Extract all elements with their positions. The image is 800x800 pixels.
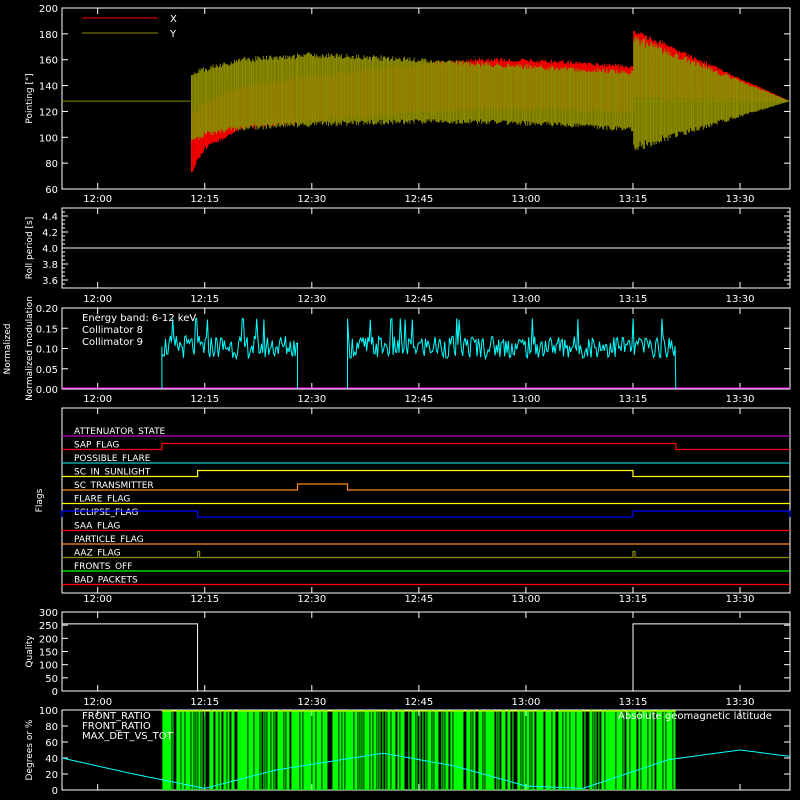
roll-ytick-label: 4.2 xyxy=(42,228,58,239)
geomag-ytick-label: 100 xyxy=(39,706,58,717)
quality-ylabel: Quality xyxy=(25,635,35,668)
geomag-ytick-label: 60 xyxy=(45,738,58,749)
flag-aaz-flag-trace xyxy=(62,550,790,559)
quality-ytick-label: 200 xyxy=(39,634,58,645)
flag-eclipse-flag-label: ECLIPSE_FLAG xyxy=(74,508,138,518)
pointing-xtick-label: 12:00 xyxy=(83,194,112,205)
modulation-xtick-label: 12:30 xyxy=(297,394,326,405)
roll-xtick-label: 12:45 xyxy=(404,294,433,305)
flags-xtick-label: 13:00 xyxy=(512,594,541,605)
flag-sap-flag-trace xyxy=(62,442,790,451)
legend-collimator-9: Collimator 9 xyxy=(82,337,143,348)
flag-eclipse-flag-trace xyxy=(61,510,791,518)
pointing-ytick-label: 140 xyxy=(39,82,58,93)
flags-xtick-label: 12:15 xyxy=(190,594,219,605)
pointing-xtick-label: 13:30 xyxy=(726,194,755,205)
modulation-ytick-label: 0.15 xyxy=(36,324,58,335)
quality-ytick-label: 100 xyxy=(39,661,58,672)
modulation-xtick-label: 13:30 xyxy=(726,394,755,405)
roll-xtick-label: 12:30 xyxy=(297,294,326,305)
quality-xtick-label: 13:15 xyxy=(619,697,648,708)
modulation-xtick-label: 13:00 xyxy=(512,394,541,405)
quality-line xyxy=(62,623,790,692)
legend-energy-band-6-12-kev: Energy band: 6-12 keV xyxy=(82,313,196,324)
roll-ytick-label: 4.4 xyxy=(42,212,58,223)
legend-y-label: Y xyxy=(169,29,177,40)
geomag-ytick-label: 20 xyxy=(45,770,58,781)
modulation-xtick-label: 12:15 xyxy=(190,394,219,405)
quality-xtick-label: 12:00 xyxy=(83,697,112,708)
flags-xtick-label: 13:15 xyxy=(619,594,648,605)
roll-ytick-label: 3.8 xyxy=(42,260,58,271)
modulation-ytick-label: 0.20 xyxy=(36,304,58,315)
pointing-xtick-label: 12:30 xyxy=(297,194,326,205)
pointing-xtick-label: 12:15 xyxy=(190,194,219,205)
legend-absolute-geomagnetic-latitude: Absolute geomagnetic latitude xyxy=(618,711,772,722)
quality-ytick-label: 150 xyxy=(39,648,58,659)
geomag-ytick-label: 0 xyxy=(52,786,58,797)
flags-xtick-label: 13:30 xyxy=(726,594,755,605)
modulation-ylabel-line1: Normalized xyxy=(3,323,13,374)
pointing-ytick-label: 60 xyxy=(45,185,58,196)
geomag-ytick-label: 80 xyxy=(45,722,58,733)
roll-xtick-label: 13:00 xyxy=(512,294,541,305)
quality-ytick-label: 300 xyxy=(39,608,58,619)
legend-x-label: X xyxy=(170,14,177,25)
pointing-ylabel: Pointing ["] xyxy=(25,73,35,123)
legend-collimator-8: Collimator 8 xyxy=(82,325,143,336)
quality-xtick-label: 13:30 xyxy=(726,697,755,708)
flags-xtick-label: 12:30 xyxy=(297,594,326,605)
pointing-xtick-label: 12:45 xyxy=(404,194,433,205)
roll-ytick-label: 3.6 xyxy=(42,276,58,287)
collimator-8-segment xyxy=(161,317,299,390)
front-ratio-fill xyxy=(162,710,676,790)
quality-ytick-label: 0 xyxy=(52,687,58,698)
pointing-ytick-label: 80 xyxy=(45,159,58,170)
quality-xtick-label: 12:45 xyxy=(404,697,433,708)
quality-xtick-label: 12:30 xyxy=(297,697,326,708)
quality-xtick-label: 12:15 xyxy=(190,697,219,708)
roll-ylabel: Roll period [s] xyxy=(25,217,35,279)
modulation-ylabel: Normalized modulation xyxy=(25,296,35,401)
roll-xtick-label: 12:15 xyxy=(190,294,219,305)
roll-xtick-label: 12:00 xyxy=(83,294,112,305)
pointing-ytick-label: 180 xyxy=(39,30,58,41)
flags-xtick-label: 12:45 xyxy=(404,594,433,605)
legend-max-det-vs-tot-2: MAX_DET_VS_TOT xyxy=(82,731,174,742)
flags-ylabel: Flags xyxy=(35,488,45,512)
quality-ytick-label: 50 xyxy=(45,674,58,685)
quality-xtick-label: 13:00 xyxy=(512,697,541,708)
modulation-xtick-label: 12:45 xyxy=(404,394,433,405)
modulation-ytick-label: 0.05 xyxy=(36,365,58,376)
flags-xtick-label: 12:00 xyxy=(83,594,112,605)
pointing-xtick-label: 13:15 xyxy=(619,194,648,205)
modulation-ytick-label: 0.10 xyxy=(36,345,58,356)
roll-xtick-label: 13:15 xyxy=(619,294,648,305)
pointing-ytick-label: 160 xyxy=(39,56,58,67)
telemetry-figure: 12:00 12:15 12:30 12:45 13:00 13:15 13:30 60 80 1… xyxy=(3,4,791,797)
collimator-8-segment xyxy=(346,317,677,390)
quality-ytick-label: 250 xyxy=(39,621,58,632)
pointing-ytick-label: 100 xyxy=(39,133,58,144)
modulation-ytick-label: 0.00 xyxy=(36,385,58,396)
pointing-xtick-label: 13:00 xyxy=(512,194,541,205)
roll-xtick-label: 13:30 xyxy=(726,294,755,305)
modulation-xtick-label: 12:00 xyxy=(83,394,112,405)
geomag-ytick-label: 40 xyxy=(45,754,58,765)
pointing-ytick-label: 200 xyxy=(39,4,58,15)
pointing-ytick-label: 120 xyxy=(39,107,58,118)
modulation-xtick-label: 13:15 xyxy=(619,394,648,405)
flag-sc-transmitter-trace xyxy=(62,483,790,491)
flag-sc-in-sunlight-trace xyxy=(62,469,790,478)
roll-ytick-label: 4.0 xyxy=(42,244,58,255)
geomag-ylabel: Degrees or % xyxy=(25,719,35,780)
